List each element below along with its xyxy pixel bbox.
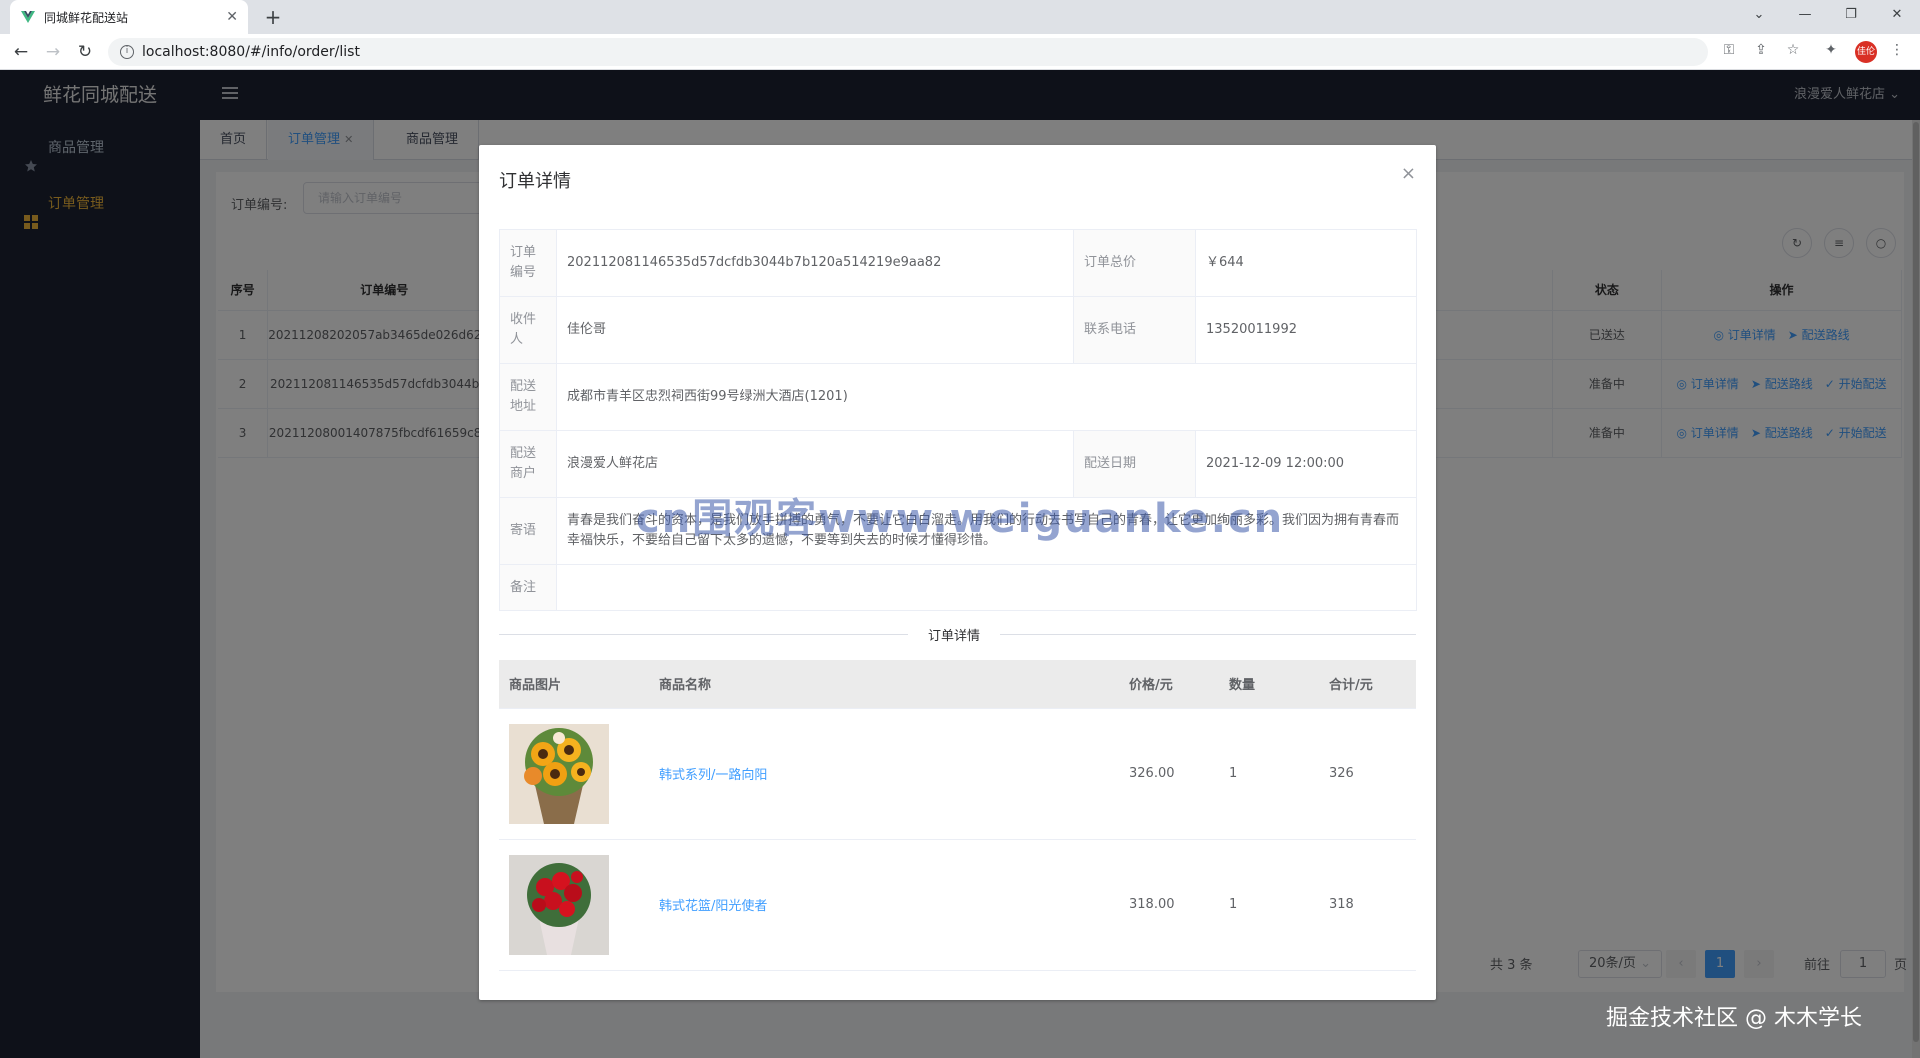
cell-name: 韩式花篮/阳光使者 — [649, 839, 1119, 971]
tab-search-icon[interactable]: ⌄ — [1736, 0, 1782, 30]
bookmark-star-icon[interactable]: ☆ — [1782, 42, 1804, 58]
cell-price: 318.00 — [1119, 839, 1219, 971]
phone-label: 联系电话 — [1073, 296, 1196, 364]
credit-watermark: 掘金技术社区 @ 木木学长 — [1606, 1006, 1862, 1031]
tab-close-icon[interactable]: ✕ — [226, 9, 238, 25]
cell-image — [499, 708, 649, 840]
product-row: 韩式花篮/阳光使者 318.00 1 318 — [499, 839, 1416, 971]
merchant-label: 配送商户 — [499, 430, 557, 498]
message-label: 寄语 — [499, 497, 557, 565]
desc-row: 备注 — [499, 564, 1417, 611]
address-label: 配送地址 — [499, 363, 557, 431]
url-field[interactable]: i localhost:8080/#/info/order/list — [108, 38, 1708, 66]
reload-icon[interactable]: ↻ — [72, 39, 98, 65]
site-info-icon[interactable]: i — [120, 45, 134, 59]
profile-avatar[interactable]: 佳伦 — [1855, 41, 1877, 63]
url-text: localhost:8080/#/info/order/list — [142, 44, 360, 60]
vue-logo-icon — [20, 9, 36, 25]
key-icon[interactable]: ⚿ — [1718, 42, 1740, 58]
remark-value — [556, 564, 1417, 611]
desc-row: 配送地址 成都市青羊区忠烈祠西街99号绿洲大酒店(1201) — [499, 363, 1417, 431]
cell-subtotal: 326 — [1319, 708, 1416, 840]
browser-tab[interactable]: 同城鲜花配送站 ✕ — [10, 0, 248, 34]
extensions-icon[interactable]: ✦ — [1820, 42, 1842, 58]
order-no-value: 202112081146535d57dcfdb3044b7b120a514219… — [556, 229, 1074, 297]
share-icon[interactable]: ⇪ — [1750, 42, 1772, 58]
phone-value: 13520011992 — [1195, 296, 1417, 364]
back-icon[interactable]: ← — [8, 39, 34, 65]
browser-menu-icon[interactable]: ⋮ — [1886, 42, 1908, 58]
cell-price: 326.00 — [1119, 708, 1219, 840]
watermark-text: cn围观客www.weiguanke.cn — [636, 496, 1285, 542]
order-no-label: 订单编号 — [499, 229, 557, 297]
minimize-icon[interactable]: — — [1782, 0, 1828, 30]
dialog-title: 订单详情 — [499, 171, 571, 192]
desc-row: 订单编号 202112081146535d57dcfdb3044b7b120a5… — [499, 229, 1417, 297]
forward-icon[interactable]: → — [40, 39, 66, 65]
product-header-row: 商品图片 商品名称 价格/元 数量 合计/元 — [499, 660, 1416, 709]
browser-tabbar: 同城鲜花配送站 ✕ + ⌄ — ❐ ✕ — [0, 0, 1920, 34]
cell-qty: 1 — [1219, 839, 1319, 971]
col-image: 商品图片 — [499, 660, 649, 709]
cell-qty: 1 — [1219, 708, 1319, 840]
divider-text: 订单详情 — [908, 625, 1001, 644]
address-bar: ← → ↻ i localhost:8080/#/info/order/list… — [0, 34, 1920, 70]
sunflower-bouquet-image[interactable] — [509, 723, 609, 824]
product-name-link[interactable]: 韩式花篮/阳光使者 — [659, 899, 767, 914]
col-qty: 数量 — [1219, 660, 1319, 709]
cell-subtotal: 318 — [1319, 839, 1416, 971]
restore-icon[interactable]: ❐ — [1828, 0, 1874, 30]
browser-tab-title: 同城鲜花配送站 — [44, 10, 129, 25]
cell-image — [499, 839, 649, 971]
receiver-label: 收件人 — [499, 296, 557, 364]
receiver-value: 佳伦哥 — [556, 296, 1074, 364]
col-name: 商品名称 — [649, 660, 1119, 709]
total-label: 订单总价 — [1073, 229, 1196, 297]
col-price: 价格/元 — [1119, 660, 1219, 709]
order-descriptions: 订单编号 202112081146535d57dcfdb3044b7b120a5… — [499, 229, 1417, 611]
remark-label: 备注 — [499, 564, 557, 611]
col-subtotal: 合计/元 — [1319, 660, 1416, 709]
product-table: 商品图片 商品名称 价格/元 数量 合计/元 韩式系列/一路向阳 326.00 … — [499, 660, 1416, 971]
product-name-link[interactable]: 韩式系列/一路向阳 — [659, 768, 767, 783]
address-value: 成都市青羊区忠烈祠西街99号绿洲大酒店(1201) — [556, 363, 1417, 431]
cell-name: 韩式系列/一路向阳 — [649, 708, 1119, 840]
red-rose-bouquet-image[interactable] — [509, 854, 609, 955]
new-tab-button[interactable]: + — [260, 4, 286, 30]
total-value: ￥644 — [1195, 229, 1417, 297]
desc-row: 收件人 佳伦哥 联系电话 13520011992 — [499, 296, 1417, 364]
order-detail-dialog: 订单详情 × 订单编号 202112081146535d57dcfdb3044b… — [479, 145, 1436, 1000]
product-row: 韩式系列/一路向阳 326.00 1 326 — [499, 708, 1416, 840]
dialog-close-icon[interactable]: × — [1401, 163, 1416, 184]
window-close-icon[interactable]: ✕ — [1874, 0, 1920, 30]
